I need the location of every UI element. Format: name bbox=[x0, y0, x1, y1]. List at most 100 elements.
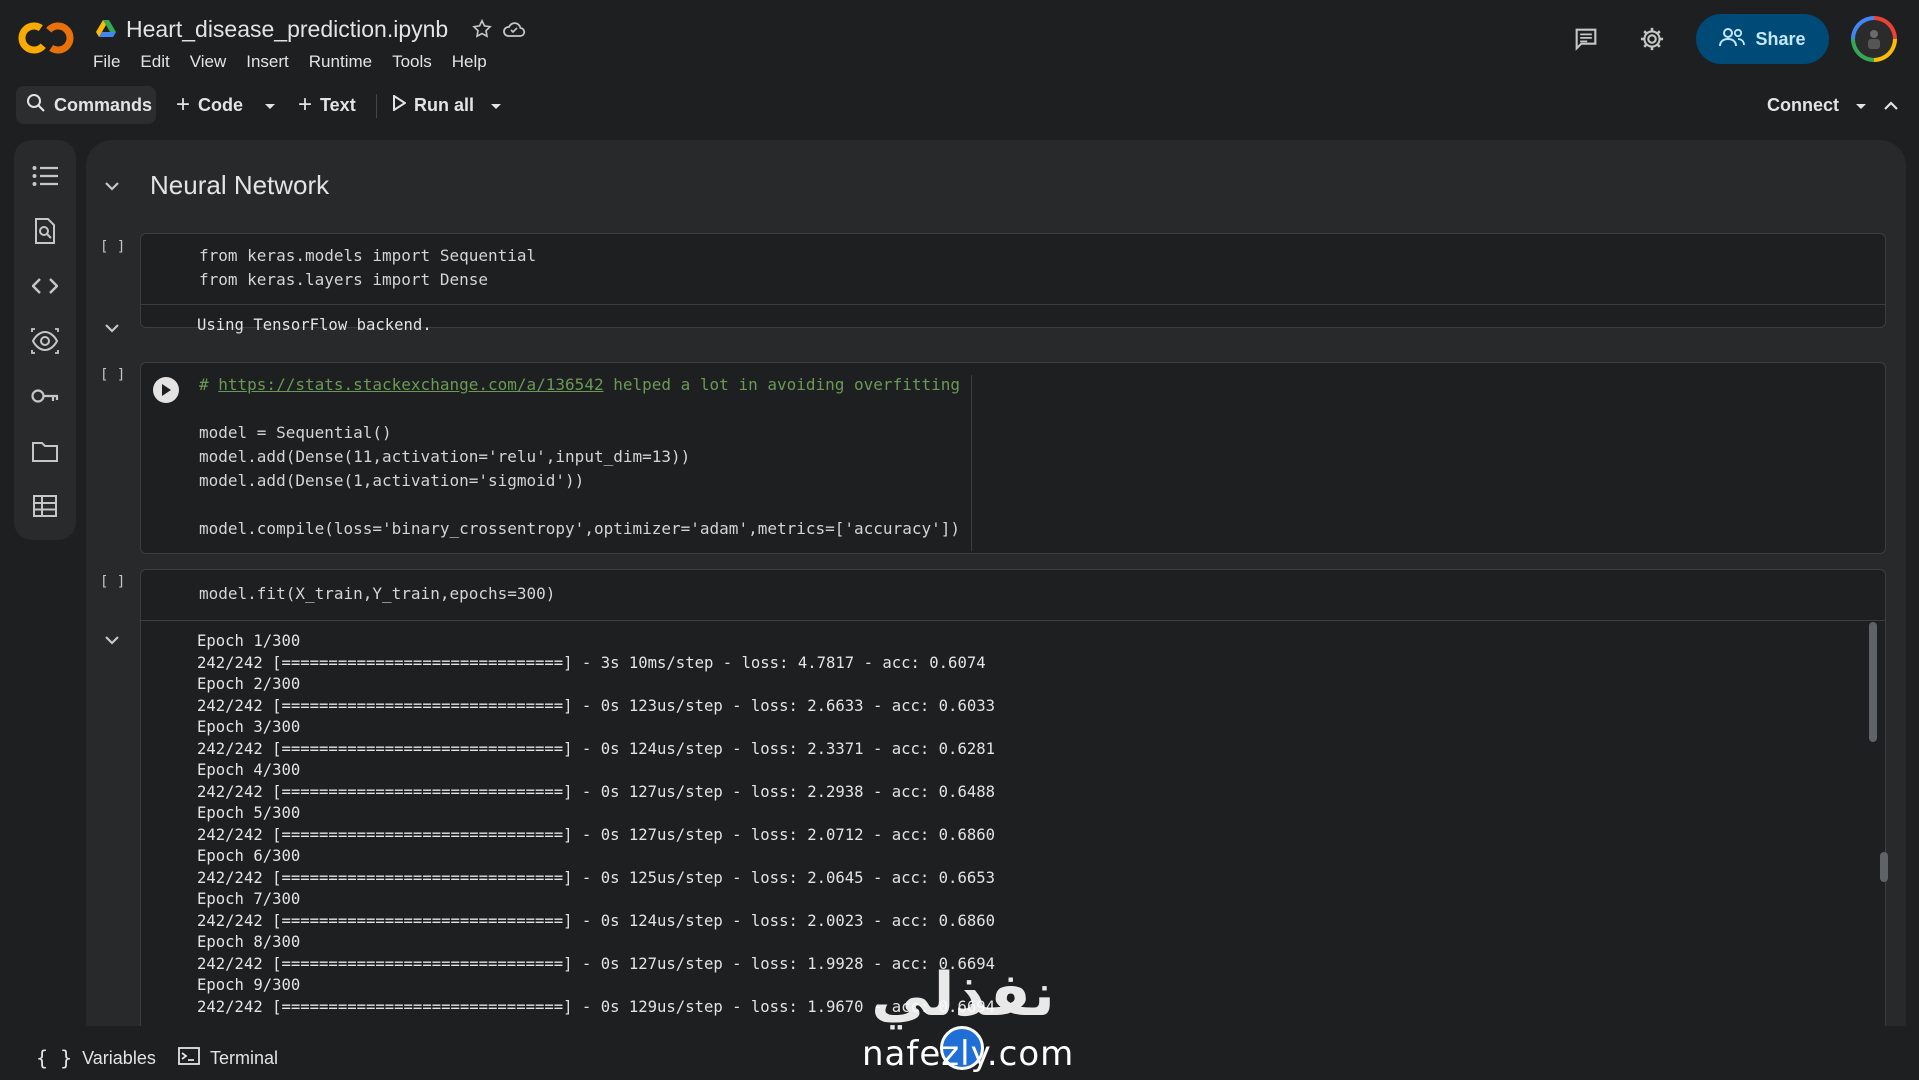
code-text: from keras.models import Sequential bbox=[199, 246, 537, 265]
code-snippets-icon[interactable] bbox=[31, 272, 59, 300]
output-line: 242/242 [==============================]… bbox=[197, 783, 995, 801]
output-line: 242/242 [==============================]… bbox=[197, 912, 995, 930]
code-cell-model[interactable]: # https://stats.stackexchange.com/a/1365… bbox=[140, 362, 1886, 554]
settings-gear-icon[interactable] bbox=[1630, 17, 1674, 61]
variables-button[interactable]: { } Variables bbox=[36, 1044, 156, 1072]
output-line: Epoch 9/300 bbox=[197, 976, 301, 994]
key-icon[interactable] bbox=[31, 382, 59, 410]
code-text: model = Sequential() bbox=[199, 423, 392, 442]
cell-execution-count[interactable]: [ ] bbox=[100, 574, 125, 590]
files-folder-icon[interactable] bbox=[31, 437, 59, 465]
output-line: Epoch 7/300 bbox=[197, 890, 301, 908]
output-line: 242/242 [==============================]… bbox=[197, 869, 995, 887]
google-drive-icon bbox=[94, 17, 118, 41]
collapse-header-icon[interactable] bbox=[1883, 95, 1899, 116]
watermark-url-text: nafezly.com bbox=[862, 1034, 1075, 1074]
table-of-contents-icon[interactable] bbox=[31, 162, 59, 190]
menu-insert[interactable]: Insert bbox=[246, 50, 299, 74]
star-icon[interactable] bbox=[470, 17, 494, 41]
run-cell-button[interactable] bbox=[153, 377, 179, 403]
menu-view[interactable]: View bbox=[190, 50, 237, 74]
play-icon bbox=[392, 93, 407, 116]
output-collapse-icon[interactable] bbox=[100, 316, 124, 340]
output-divider bbox=[141, 304, 1885, 305]
output-line: Epoch 6/300 bbox=[197, 847, 301, 865]
cell-output-text: Using TensorFlow backend. bbox=[197, 316, 432, 334]
comment-suffix: helped a lot in avoiding overfitting bbox=[603, 375, 960, 394]
header: Heart_disease_prediction.ipynb File Edit… bbox=[0, 0, 1919, 80]
run-all-button[interactable]: Run all bbox=[392, 86, 474, 124]
output-line: 242/242 [==============================]… bbox=[197, 826, 995, 844]
code-label: Code bbox=[198, 94, 244, 115]
toolbar-divider bbox=[376, 94, 377, 118]
terminal-icon bbox=[178, 1046, 200, 1070]
menu-file[interactable]: File bbox=[93, 50, 130, 74]
text-label: Text bbox=[320, 94, 356, 115]
menu-help[interactable]: Help bbox=[452, 50, 497, 74]
add-code-button[interactable]: + Code bbox=[176, 86, 243, 124]
notebook-toolbar: Commands + Code + Text Run all Connect bbox=[0, 82, 1919, 128]
data-table-icon[interactable] bbox=[31, 492, 59, 520]
output-line: Epoch 2/300 bbox=[197, 675, 301, 693]
cloud-icon[interactable] bbox=[502, 17, 526, 41]
code-line[interactable]: model.add(Dense(1,activation='sigmoid')) bbox=[199, 471, 584, 490]
code-cell-imports[interactable]: from keras.models import Sequential from… bbox=[140, 233, 1886, 334]
share-label: Share bbox=[1755, 28, 1806, 49]
notebook-area: Neural Network [ ] from keras.models imp… bbox=[86, 140, 1906, 1026]
search-icon bbox=[26, 93, 46, 118]
cell-execution-count[interactable]: [ ] bbox=[100, 239, 125, 255]
code-line[interactable]: model.compile(loss='binary_crossentropy'… bbox=[199, 519, 960, 538]
code-text: model.fit(X_train,Y_train,epochs=300) bbox=[199, 584, 556, 603]
secrets-eye-icon[interactable] bbox=[31, 327, 59, 355]
code-line[interactable]: from keras.models import Sequential bbox=[199, 246, 536, 265]
output-line: 242/242 [==============================]… bbox=[197, 697, 995, 715]
section-collapse-icon[interactable] bbox=[100, 174, 124, 198]
account-avatar[interactable] bbox=[1851, 16, 1897, 62]
left-sidebar bbox=[14, 140, 76, 540]
menu-bar: File Edit View Insert Runtime Tools Help bbox=[93, 50, 507, 74]
run-all-dropdown-button[interactable] bbox=[490, 86, 502, 124]
code-line[interactable]: model.fit(X_train,Y_train,epochs=300) bbox=[199, 584, 555, 603]
code-text: model.add(Dense(1,activation='sigmoid')) bbox=[199, 471, 585, 490]
menu-runtime[interactable]: Runtime bbox=[309, 50, 382, 74]
watermark-arabic-text: نفذلي bbox=[871, 960, 1055, 1030]
output-scrollbar[interactable] bbox=[1869, 622, 1877, 742]
terminal-label: Terminal bbox=[210, 1047, 279, 1068]
code-dropdown-button[interactable] bbox=[264, 86, 276, 124]
output-line: Epoch 8/300 bbox=[197, 933, 301, 951]
share-button[interactable]: Share bbox=[1696, 14, 1829, 64]
code-cell-fit[interactable]: model.fit(X_train,Y_train,epochs=300) Ep… bbox=[140, 569, 1886, 1026]
nafezly-watermark: نفذلي nafezly.com bbox=[848, 960, 1078, 1080]
connect-dropdown-icon[interactable] bbox=[1855, 95, 1867, 116]
commands-button[interactable]: Commands bbox=[16, 86, 156, 124]
plus-icon: + bbox=[298, 91, 313, 118]
line-length-ruler bbox=[971, 375, 972, 551]
find-replace-icon[interactable] bbox=[31, 217, 59, 245]
menu-tools[interactable]: Tools bbox=[392, 50, 442, 74]
menu-edit[interactable]: Edit bbox=[140, 50, 179, 74]
colab-logo[interactable] bbox=[18, 18, 74, 58]
section-title: Neural Network bbox=[150, 170, 330, 200]
code-line[interactable]: model.add(Dense(11,activation='relu',inp… bbox=[199, 447, 690, 466]
code-text: model.compile(loss='binary_crossentropy'… bbox=[199, 519, 960, 538]
plus-icon: + bbox=[176, 91, 191, 118]
braces-icon: { } bbox=[36, 1046, 73, 1070]
output-collapse-icon[interactable] bbox=[100, 628, 124, 652]
code-line[interactable]: model = Sequential() bbox=[199, 423, 392, 442]
add-text-button[interactable]: + Text bbox=[298, 86, 356, 124]
commands-label: Commands bbox=[54, 94, 153, 115]
notebook-scrollbar[interactable] bbox=[1880, 852, 1888, 882]
output-line: 242/242 [==============================]… bbox=[197, 654, 986, 672]
caret-down-icon bbox=[490, 95, 502, 116]
cell-execution-count[interactable]: [ ] bbox=[100, 367, 125, 383]
output-line: 242/242 [==============================]… bbox=[197, 740, 995, 758]
code-comment[interactable]: # https://stats.stackexchange.com/a/1365… bbox=[199, 375, 960, 394]
terminal-button[interactable]: Terminal bbox=[178, 1044, 278, 1072]
code-text: from keras.layers import Dense bbox=[199, 270, 488, 289]
connect-button[interactable]: Connect bbox=[1767, 95, 1839, 116]
notebook-title[interactable]: Heart_disease_prediction.ipynb bbox=[126, 16, 448, 43]
comments-icon[interactable] bbox=[1564, 17, 1608, 61]
code-text: model.add(Dense(11,activation='relu',inp… bbox=[199, 447, 691, 466]
reference-link[interactable]: https://stats.stackexchange.com/a/136542 bbox=[218, 375, 603, 394]
code-line[interactable]: from keras.layers import Dense bbox=[199, 270, 488, 289]
